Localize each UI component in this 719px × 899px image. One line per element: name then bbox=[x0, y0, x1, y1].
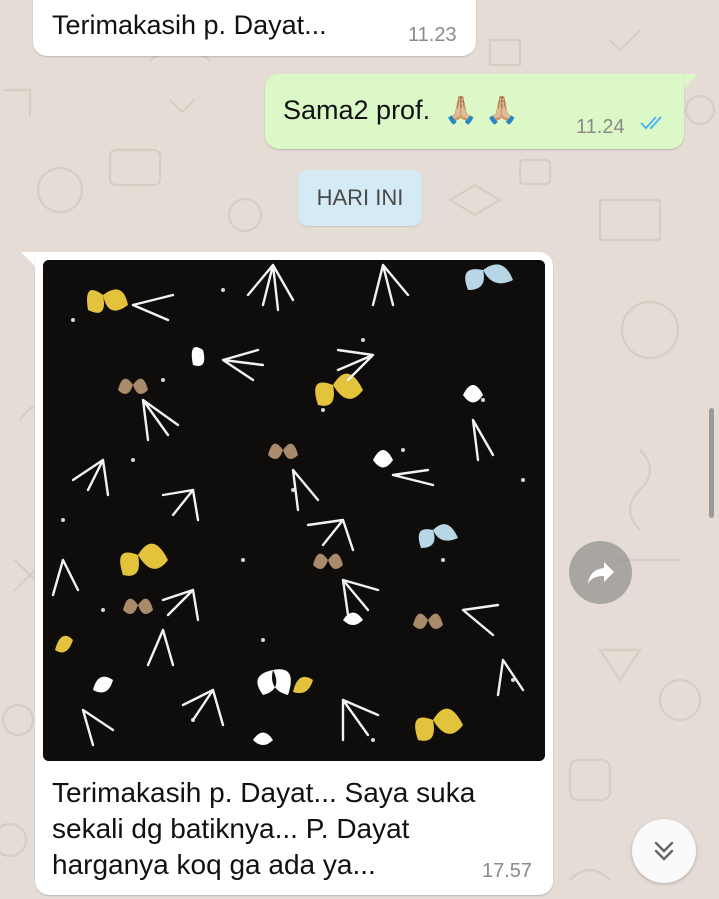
image-caption: Terimakasih p. Dayat... Saya suka sekali… bbox=[52, 777, 476, 880]
bubble-tail bbox=[684, 74, 698, 88]
date-chip: HARI INI bbox=[298, 170, 422, 226]
forward-arrow-icon bbox=[587, 561, 614, 584]
folded-hands-emoji: 🙏🏼 🙏🏼 bbox=[444, 95, 519, 125]
scrollbar-thumb[interactable] bbox=[709, 408, 714, 518]
incoming-image-message[interactable]: Terimakasih p. Dayat... Saya suka sekali… bbox=[35, 252, 553, 895]
outgoing-message-bubble[interactable]: Sama2 prof. 🙏🏼 🙏🏼 11.24 bbox=[265, 74, 684, 149]
scroll-to-bottom-button[interactable] bbox=[632, 819, 696, 883]
incoming-message-bubble[interactable]: Terimakasih p. Dayat... 11.23 bbox=[33, 0, 476, 56]
message-timestamp: 11.24 bbox=[576, 116, 625, 138]
double-check-icon bbox=[640, 116, 662, 130]
message-text: Sama2 prof. bbox=[283, 94, 431, 125]
message-timestamp: 11.23 bbox=[408, 24, 457, 46]
bubble-tail bbox=[21, 252, 35, 266]
message-content: Sama2 prof. 🙏🏼 🙏🏼 bbox=[283, 94, 519, 126]
message-text: Terimakasih p. Dayat... bbox=[52, 10, 327, 40]
batik-photo[interactable] bbox=[43, 260, 545, 761]
double-chevron-down-icon bbox=[654, 841, 674, 861]
forward-button[interactable] bbox=[569, 541, 632, 604]
message-timestamp: 17.57 bbox=[482, 860, 533, 882]
